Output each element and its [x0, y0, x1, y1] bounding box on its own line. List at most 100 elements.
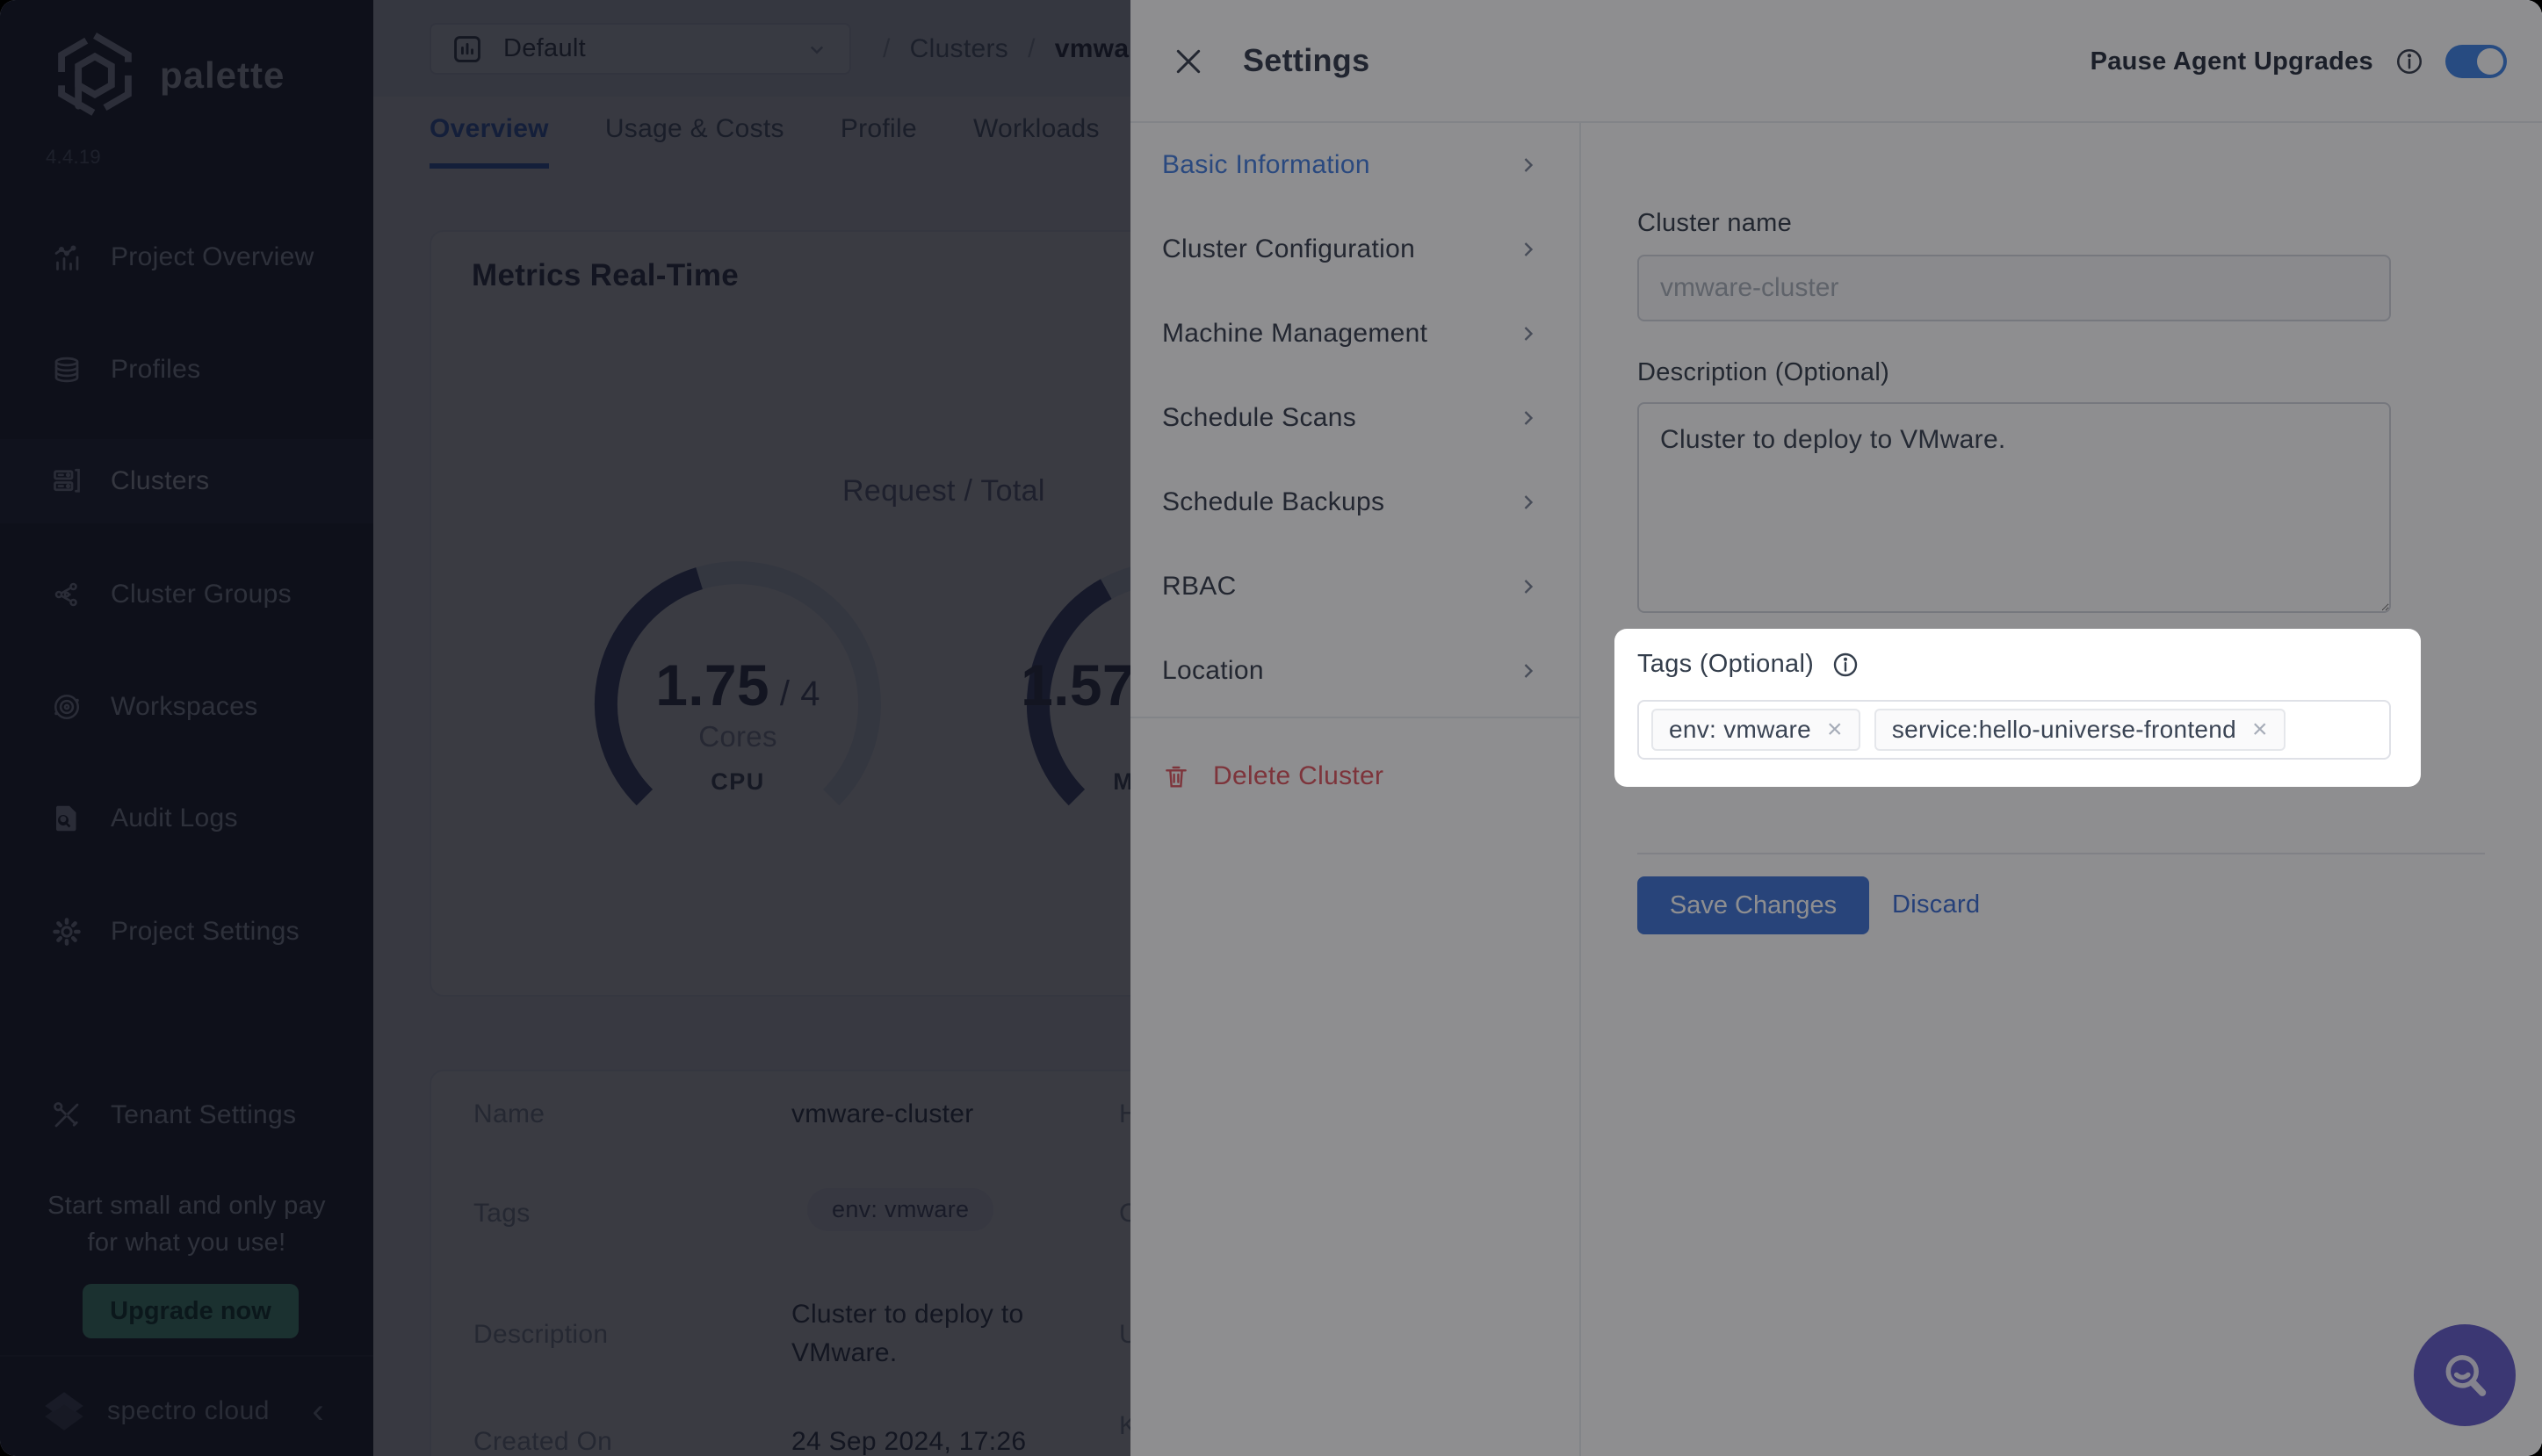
discard-button[interactable]: Discard — [1892, 890, 1980, 919]
form-divider — [1637, 853, 2485, 854]
sidebar-item-project-settings[interactable]: Project Settings — [0, 890, 373, 974]
tab-profile[interactable]: Profile — [841, 114, 917, 169]
pause-agent-upgrades-label: Pause Agent Upgrades — [2091, 47, 2373, 76]
tag-chip-service-hello-universe-frontend: service:hello-universe-frontend × — [1874, 709, 2286, 751]
menu-divider — [1130, 717, 1579, 718]
brand-logo-row: palette — [49, 26, 285, 125]
metrics-title: Metrics Real-Time — [472, 258, 739, 293]
orbit-icon — [51, 691, 83, 723]
settings-title: Settings — [1243, 42, 1369, 79]
spectro-cloud-logo-icon — [39, 1386, 90, 1437]
sidebar: palette 4.4.19 Project Overview Profiles — [0, 0, 373, 1456]
chevron-right-icon — [1516, 659, 1541, 683]
menu-item-cluster-configuration[interactable]: Cluster Configuration — [1130, 207, 1579, 292]
help-search-fab[interactable] — [2414, 1324, 2516, 1426]
cpu-gauge: 1.75 / 4 Cores CPU — [589, 555, 887, 854]
sidebar-item-audit-logs[interactable]: Audit Logs — [0, 776, 373, 861]
save-changes-button[interactable]: Save Changes — [1637, 876, 1869, 934]
sidebar-collapse-icon[interactable]: ‹ — [312, 1394, 324, 1429]
gear-icon — [51, 916, 83, 948]
pause-agent-upgrades-toggle[interactable] — [2445, 45, 2507, 78]
sidebar-item-cluster-groups[interactable]: Cluster Groups — [0, 552, 373, 637]
tools-icon — [51, 1099, 83, 1131]
sidebar-item-tenant-settings[interactable]: Tenant Settings — [0, 1073, 373, 1157]
sidebar-item-profiles[interactable]: Profiles — [0, 328, 373, 412]
remove-tag-icon[interactable]: × — [2252, 715, 2268, 745]
upgrade-now-button[interactable]: Upgrade now — [83, 1284, 299, 1338]
remove-tag-icon[interactable]: × — [1827, 715, 1843, 745]
app-window: palette 4.4.19 Project Overview Profiles — [0, 0, 2542, 1456]
menu-item-schedule-backups[interactable]: Schedule Backups — [1130, 460, 1579, 544]
close-icon[interactable] — [1171, 44, 1206, 79]
sidebar-item-label: Clusters — [111, 466, 209, 496]
breadcrumb-separator: / — [1028, 34, 1036, 64]
tab-overview[interactable]: Overview — [430, 114, 549, 169]
node-graph-icon — [51, 579, 83, 610]
sidebar-item-label: Project Settings — [111, 917, 300, 947]
cluster-name-input[interactable] — [1637, 255, 2391, 321]
chevron-down-icon — [804, 36, 830, 62]
tab-usage-costs[interactable]: Usage & Costs — [605, 114, 784, 169]
delete-cluster-button[interactable]: Delete Cluster — [1130, 734, 1579, 818]
sidebar-footer: spectro cloud ‹ — [0, 1366, 373, 1456]
chevron-right-icon — [1516, 321, 1541, 346]
project-selector[interactable]: Default — [430, 23, 851, 75]
cluster-name-label: Cluster name — [1637, 209, 1792, 238]
project-selector-value: Default — [503, 34, 586, 63]
tags-input[interactable]: env: vmware × service:hello-universe-fro… — [1637, 700, 2391, 760]
cpu-gauge-value: 1.75 / 4 — [589, 652, 887, 718]
sidebar-item-label: Cluster Groups — [111, 580, 292, 609]
breadcrumb-clusters-link[interactable]: Clusters — [910, 34, 1008, 64]
menu-item-basic-information[interactable]: Basic Information — [1130, 123, 1579, 207]
sidebar-item-label: Profiles — [111, 355, 200, 385]
palette-logo-icon — [49, 26, 141, 125]
description-textarea[interactable]: Cluster to deploy to VMware. — [1637, 402, 2391, 613]
menu-item-schedule-scans[interactable]: Schedule Scans — [1130, 376, 1579, 460]
brand-name: palette — [160, 54, 285, 97]
cluster-tabs: Overview Usage & Costs Profile Workloads — [430, 114, 1100, 169]
server-icon — [51, 465, 83, 497]
trash-icon — [1162, 762, 1190, 790]
breadcrumb-separator: / — [883, 34, 891, 64]
sidebar-item-project-overview[interactable]: Project Overview — [0, 215, 373, 299]
sidebar-item-label: Project Overview — [111, 242, 314, 272]
cpu-gauge-caption: CPU — [589, 768, 887, 796]
settings-menu: Basic Information Cluster Configuration … — [1130, 123, 1581, 1456]
metrics-legend-request-total: Request / Total — [842, 474, 1045, 508]
menu-item-rbac[interactable]: RBAC — [1130, 544, 1579, 629]
magnifier-smile-icon — [2436, 1346, 2494, 1404]
info-icon[interactable] — [2394, 47, 2424, 76]
bar-chart-icon — [51, 241, 83, 273]
chevron-right-icon — [1516, 406, 1541, 430]
tags-label: Tags (Optional) — [1637, 650, 1814, 679]
chevron-right-icon — [1516, 237, 1541, 262]
settings-header: Settings Pause Agent Upgrades — [1130, 0, 2542, 123]
chevron-right-icon — [1516, 574, 1541, 599]
tag-chip-env-vmware: env: vmware × — [1651, 709, 1860, 751]
spectro-cloud-wordmark: spectro cloud — [107, 1396, 270, 1426]
cpu-gauge-unit: Cores — [589, 720, 887, 753]
description-label: Description (Optional) — [1637, 358, 1889, 387]
sidebar-item-workspaces[interactable]: Workspaces — [0, 665, 373, 749]
chevron-right-icon — [1516, 153, 1541, 177]
info-icon[interactable] — [1831, 651, 1860, 679]
project-chart-icon — [451, 32, 484, 66]
sidebar-item-label: Workspaces — [111, 692, 258, 722]
sidebar-item-label: Audit Logs — [111, 804, 238, 833]
layers-icon — [51, 354, 83, 386]
file-search-icon — [51, 803, 83, 834]
app-version: 4.4.19 — [46, 146, 101, 169]
upgrade-promo-text: Start small and only pay for what you us… — [0, 1187, 373, 1261]
chevron-right-icon — [1516, 490, 1541, 515]
sidebar-footer-divider — [0, 1355, 373, 1357]
tab-workloads[interactable]: Workloads — [973, 114, 1100, 169]
sidebar-item-clusters[interactable]: Clusters — [0, 439, 373, 523]
sidebar-item-label: Tenant Settings — [111, 1100, 296, 1130]
toggle-knob — [2477, 48, 2503, 75]
pause-agent-upgrades-group: Pause Agent Upgrades — [2091, 0, 2507, 123]
menu-item-location[interactable]: Location — [1130, 629, 1579, 713]
settings-drawer: Settings Pause Agent Upgrades Basic Info… — [1130, 0, 2542, 1456]
tag-chip: env: vmware — [807, 1188, 993, 1231]
menu-item-machine-management[interactable]: Machine Management — [1130, 292, 1579, 376]
tags-label-row: Tags (Optional) — [1637, 650, 1860, 679]
